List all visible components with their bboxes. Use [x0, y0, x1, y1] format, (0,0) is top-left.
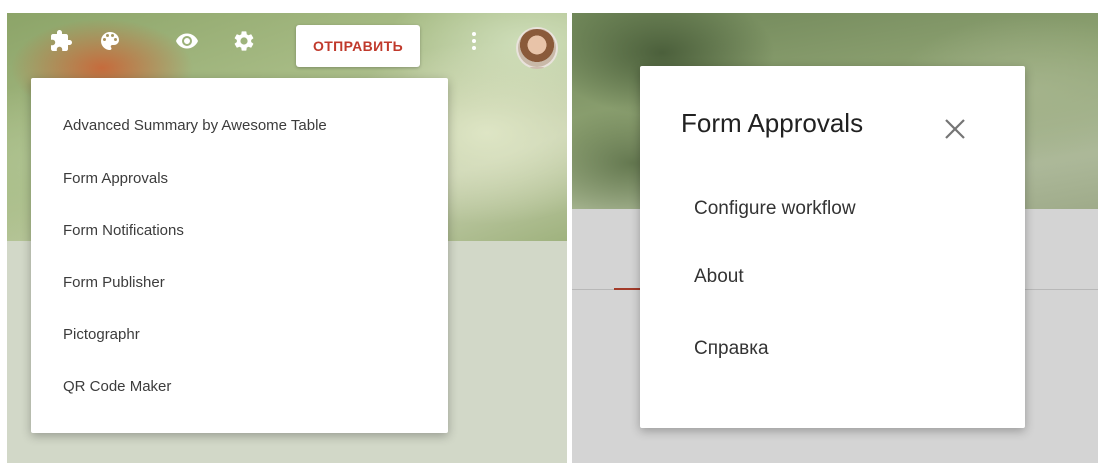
gear-icon[interactable] — [230, 27, 258, 55]
more-vert-icon[interactable] — [460, 27, 488, 55]
form-toolbar: ОТПРАВИТЬ — [7, 13, 567, 79]
form-approvals-dialog: Form Approvals Configure workflow About … — [640, 66, 1025, 428]
addon-form-publisher[interactable]: Form Publisher — [31, 262, 448, 302]
send-button[interactable]: ОТПРАВИТЬ — [296, 25, 420, 67]
dialog-item-about[interactable]: About — [694, 266, 744, 288]
dialog-item-help[interactable]: Справка — [694, 338, 769, 360]
addon-pictographr[interactable]: Pictographr — [31, 314, 448, 354]
dialog-item-configure-workflow[interactable]: Configure workflow — [694, 198, 856, 220]
addons-menu: Advanced Summary by Awesome Table Form A… — [31, 78, 448, 433]
tab-indicator — [614, 288, 640, 290]
addon-form-notifications[interactable]: Form Notifications — [31, 210, 448, 250]
addon-form-approvals[interactable]: Form Approvals — [31, 158, 448, 198]
dialog-title: Form Approvals — [681, 108, 864, 138]
puzzle-icon[interactable] — [47, 27, 75, 55]
addon-advanced-summary[interactable]: Advanced Summary by Awesome Table — [31, 105, 448, 145]
eye-icon[interactable] — [173, 27, 201, 55]
avatar[interactable] — [516, 27, 558, 69]
close-icon[interactable] — [940, 114, 970, 144]
palette-icon[interactable] — [96, 27, 124, 55]
addon-qr-code-maker[interactable]: QR Code Maker — [31, 366, 448, 406]
